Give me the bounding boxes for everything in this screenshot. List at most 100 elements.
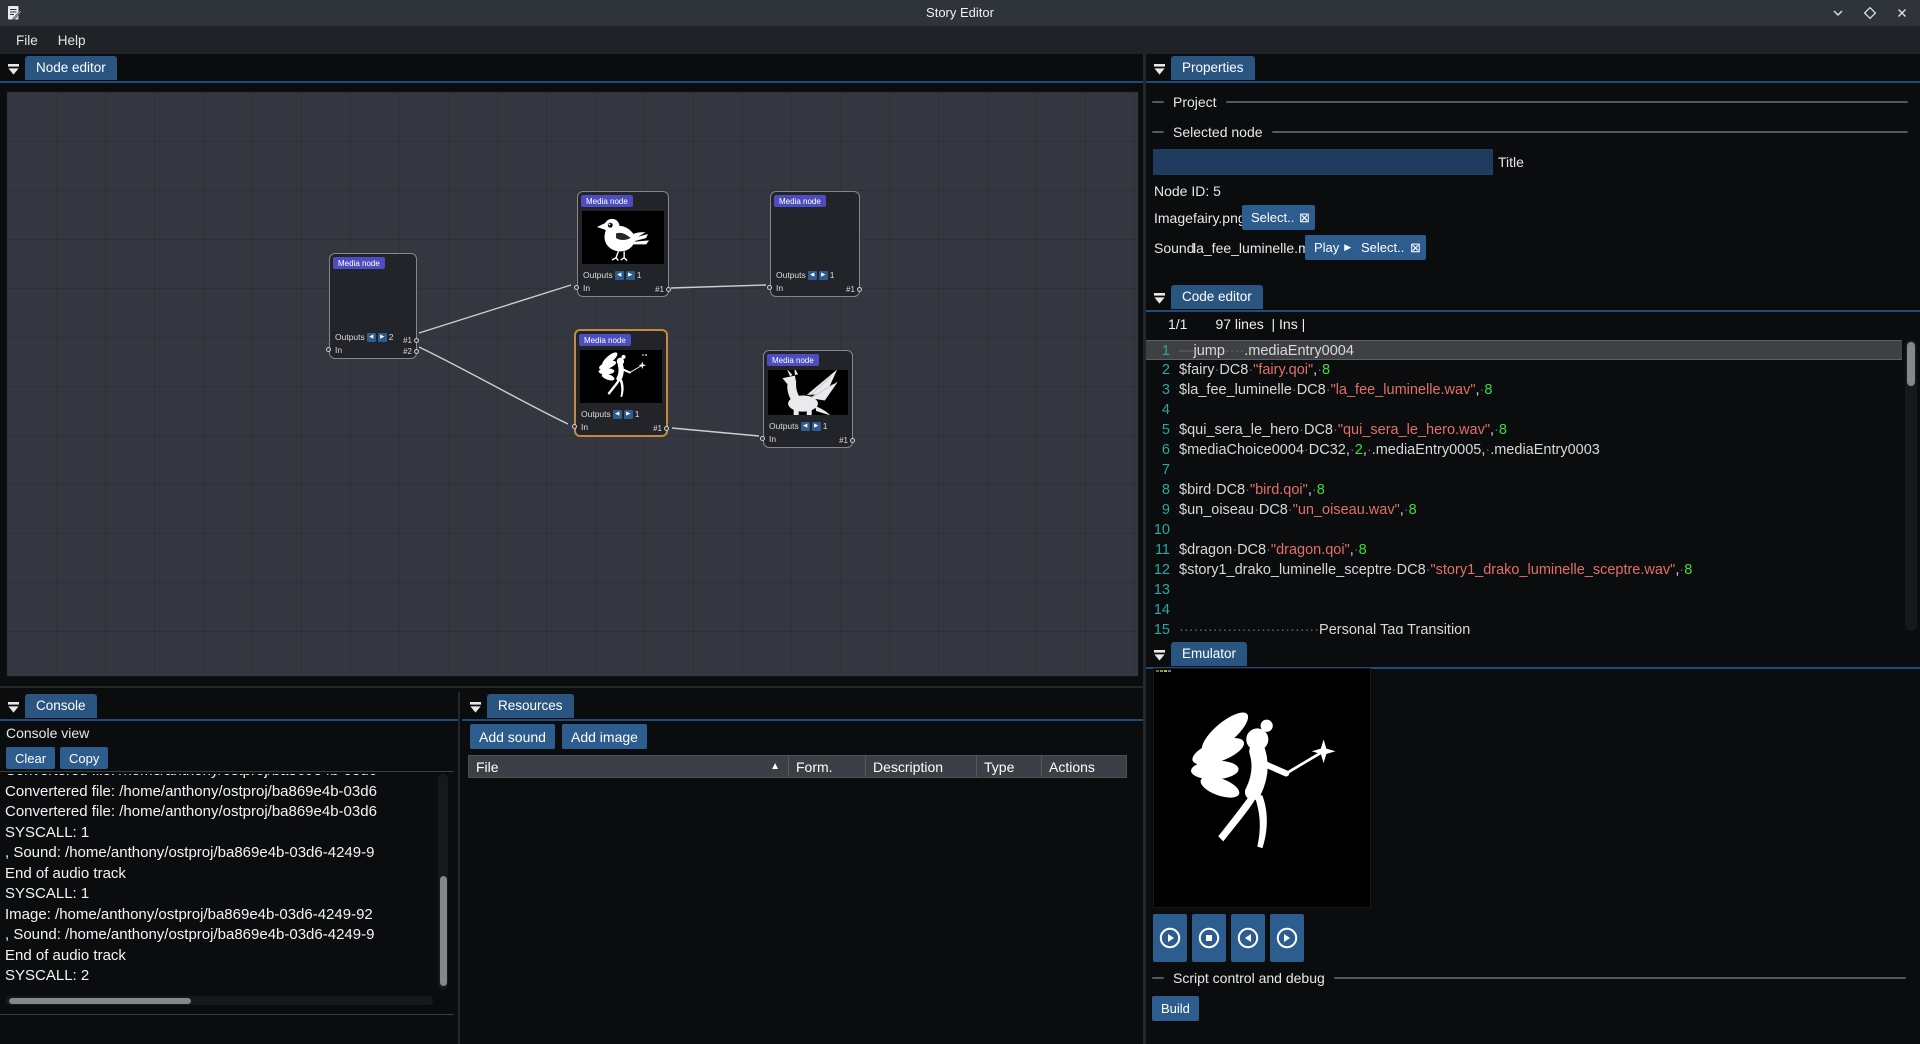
play-button[interactable] <box>1153 914 1187 962</box>
output-port[interactable]: #1 <box>653 424 669 433</box>
maximize-button[interactable] <box>1862 5 1878 21</box>
tab-console[interactable]: Console <box>25 694 97 718</box>
code-line[interactable]: 1—jump····.mediaEntry0004 <box>1146 340 1902 360</box>
node-media-3[interactable]: Media node Outputs ◀ ▶ 1 In #1 <box>770 191 860 297</box>
increment-output-button[interactable]: ▶ <box>378 333 387 342</box>
code-line[interactable]: 2$fairy·DC8·"fairy.qoi",·8 <box>1146 360 1902 380</box>
tab-code-editor[interactable]: Code editor <box>1171 285 1263 309</box>
menu-help[interactable]: Help <box>48 29 96 52</box>
console-log[interactable]: Convertered file: /home/anthony/ostproj/… <box>5 774 435 990</box>
line-number: 9 <box>1146 500 1170 520</box>
step-forward-button[interactable] <box>1270 914 1304 962</box>
code-line[interactable]: 8$bird·DC8·"bird.qoi",·8 <box>1146 480 1902 500</box>
in-label: In <box>581 422 588 432</box>
console-log-line: , Sound: /home/anthony/ostproj/ba869e4b-… <box>5 843 435 864</box>
collapse-icon[interactable] <box>7 63 20 81</box>
code-lines[interactable]: 1—jump····.mediaEntry00042$fairy·DC8·"fa… <box>1146 340 1902 634</box>
properties-panel: Properties Project Selected node Title N… <box>1146 54 1920 283</box>
code-line[interactable]: 5$qui_sera_le_hero·DC8·"qui_sera_le_hero… <box>1146 420 1902 440</box>
code-line[interactable]: 14 <box>1146 600 1902 620</box>
output-port[interactable]: #1 <box>839 436 855 445</box>
node-canvas[interactable]: Media node Outputs ◀ ▶ 2 In #1 #2 Media … <box>6 91 1139 677</box>
node-media-1[interactable]: Media node Outputs ◀ ▶ 2 In #1 #2 <box>329 253 417 359</box>
increment-output-button[interactable]: ▶ <box>624 410 633 419</box>
column-form[interactable]: Form. <box>788 756 865 777</box>
code-line[interactable]: 15·····························Personal … <box>1146 620 1902 634</box>
input-port[interactable] <box>572 424 577 429</box>
code-line[interactable]: 3$la_fee_luminelle·DC8·"la_fee_luminelle… <box>1146 380 1902 400</box>
panel-underline <box>462 719 1143 721</box>
image-clear-button[interactable]: ⊠ <box>1294 205 1315 230</box>
code-line[interactable]: 7 <box>1146 460 1902 480</box>
menu-file[interactable]: File <box>6 29 48 52</box>
tab-node-editor[interactable]: Node editor <box>25 56 117 80</box>
output-port[interactable]: #1 <box>403 336 419 345</box>
title-input[interactable] <box>1153 149 1493 175</box>
collapse-icon[interactable] <box>1153 63 1166 81</box>
node-media-bird[interactable]: Media node Outputs ◀ ▶ 1 In #1 <box>577 191 669 297</box>
code-line[interactable]: 10 <box>1146 520 1902 540</box>
input-port[interactable] <box>574 285 579 290</box>
output-port[interactable]: #1 <box>846 285 862 294</box>
output-port[interactable]: #1 <box>655 285 671 294</box>
sound-clear-button[interactable]: ⊠ <box>1405 235 1426 260</box>
close-button[interactable] <box>1894 5 1910 21</box>
increment-output-button[interactable]: ▶ <box>626 271 635 280</box>
increment-output-button[interactable]: ▶ <box>819 271 828 280</box>
collapse-icon[interactable] <box>1153 292 1166 310</box>
line-number: 14 <box>1146 600 1170 620</box>
increment-output-button[interactable]: ▶ <box>812 422 821 431</box>
collapse-icon[interactable] <box>1153 649 1166 667</box>
code-line[interactable]: 12$story1_drako_luminelle_sceptre·DC8·"s… <box>1146 560 1902 580</box>
input-port[interactable] <box>760 436 765 441</box>
collapse-icon[interactable] <box>7 701 20 719</box>
column-description[interactable]: Description <box>865 756 976 777</box>
bird-image <box>582 211 664 264</box>
node-badge: Media node <box>333 257 385 269</box>
node-badge: Media node <box>767 354 819 366</box>
code-vertical-scrollbar[interactable] <box>1905 340 1917 631</box>
tab-emulator[interactable]: Emulator <box>1171 642 1247 666</box>
code-line[interactable]: 13 <box>1146 580 1902 600</box>
code-line[interactable]: 6$mediaChoice0004·DC32,·2,·.mediaEntry00… <box>1146 440 1902 460</box>
emulator-screen <box>1153 668 1371 908</box>
code-line[interactable]: 9$un_oiseau·DC8·"un_oiseau.wav",·8 <box>1146 500 1902 520</box>
column-file[interactable]: File ▲ <box>469 756 788 777</box>
node-badge: Media node <box>774 195 826 207</box>
decrement-output-button[interactable]: ◀ <box>367 333 376 342</box>
tab-resources[interactable]: Resources <box>487 694 574 718</box>
output-port[interactable]: #2 <box>403 347 419 356</box>
build-button[interactable]: Build <box>1152 996 1199 1021</box>
copy-button[interactable]: Copy <box>60 747 108 769</box>
sort-ascending-icon[interactable]: ▲ <box>770 761 780 772</box>
image-label: Image <box>1154 210 1193 226</box>
decrement-output-button[interactable]: ◀ <box>613 410 622 419</box>
input-port[interactable] <box>326 347 331 352</box>
console-horizontal-scrollbar[interactable] <box>5 996 433 1005</box>
horizontal-splitter[interactable] <box>0 686 1143 688</box>
stop-button[interactable] <box>1192 914 1226 962</box>
decrement-output-button[interactable]: ◀ <box>615 271 624 280</box>
tab-properties[interactable]: Properties <box>1171 56 1255 80</box>
add-image-button[interactable]: Add image <box>562 724 647 749</box>
decrement-output-button[interactable]: ◀ <box>808 271 817 280</box>
input-port[interactable] <box>767 285 772 290</box>
decrement-output-button[interactable]: ◀ <box>801 422 810 431</box>
node-media-fairy-selected[interactable]: Media node Outputs ◀ ▶ 1 In #1 <box>574 329 668 437</box>
add-sound-button[interactable]: Add sound <box>470 724 555 749</box>
code-line[interactable]: 11$dragon·DC8·"dragon.qoi",·8 <box>1146 540 1902 560</box>
node-media-dragon[interactable]: Media node Outputs ◀ ▶ 1 In #1 <box>763 350 853 448</box>
column-type[interactable]: Type <box>976 756 1041 777</box>
console-log-line: SYSCALL: 2 <box>5 966 435 987</box>
minimize-button[interactable] <box>1830 5 1846 21</box>
code-line[interactable]: 4 <box>1146 400 1902 420</box>
image-value: fairy.png <box>1193 210 1246 226</box>
collapse-icon[interactable] <box>469 701 482 719</box>
main-splitter[interactable] <box>1143 54 1146 1044</box>
step-back-button[interactable] <box>1231 914 1265 962</box>
console-resources-splitter[interactable] <box>458 692 460 1044</box>
clear-button[interactable]: Clear <box>6 747 55 769</box>
console-vertical-scrollbar[interactable] <box>438 774 448 990</box>
code-editor-panel: Code editor 1/1 97 lines | Ins | 1—jump·… <box>1146 283 1920 640</box>
title-bar[interactable]: Story Editor <box>0 0 1920 26</box>
